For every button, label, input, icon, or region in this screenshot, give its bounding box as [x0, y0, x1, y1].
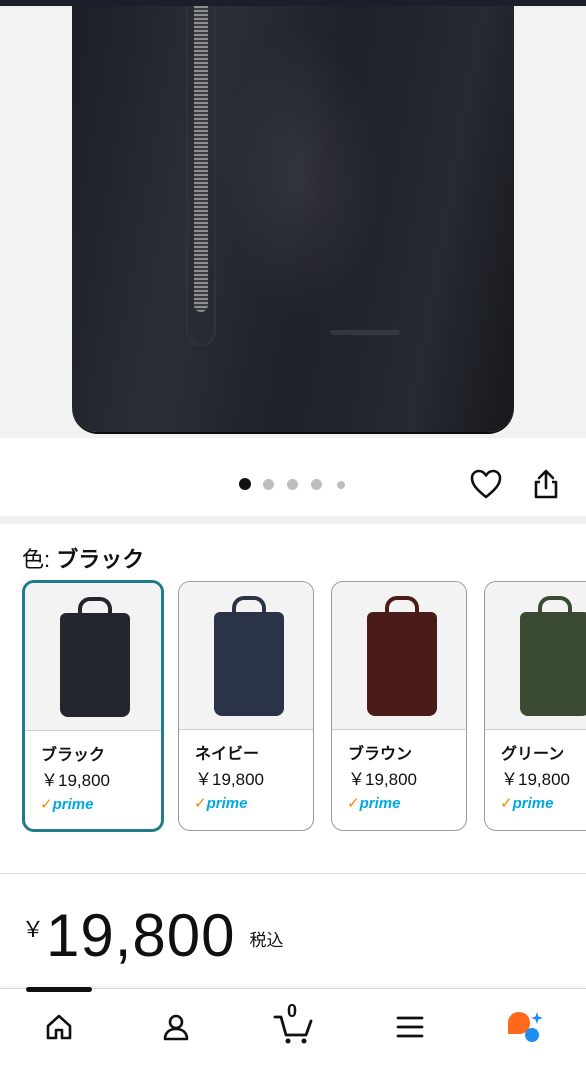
bag-photo [72, 6, 514, 432]
section-divider [0, 873, 586, 874]
variant-image [332, 582, 466, 730]
variant-image [485, 582, 586, 730]
variant-name: ネイビー [195, 746, 260, 763]
gallery-dot[interactable] [263, 479, 274, 490]
tax-note: 税込 [249, 931, 284, 950]
bottom-nav: 0 [0, 987, 586, 1080]
menu-icon[interactable] [390, 1007, 430, 1047]
product-image[interactable] [0, 6, 586, 438]
variant-name: グリーン [501, 746, 565, 763]
variant-swatch-brown[interactable]: ブラウン ￥19,800 ✓ prime [331, 581, 467, 831]
wishlist-heart-icon[interactable] [466, 464, 506, 504]
zipper [194, 6, 208, 312]
variant-price: ￥19,800 [501, 770, 570, 789]
variant-swatch-green[interactable]: グリーン ￥19,800 ✓ prime [484, 581, 586, 831]
mini-bag-brown [367, 596, 437, 716]
active-tab-indicator [26, 987, 92, 992]
mini-bag-black [60, 597, 130, 717]
variant-image [25, 583, 161, 731]
section-divider [0, 516, 586, 524]
share-icon[interactable] [526, 464, 566, 504]
price-amount: 19,800 [46, 902, 236, 969]
price-display: ￥ 19,800 税込 [22, 900, 284, 972]
cart-count-badge: 0 [287, 1001, 298, 1021]
variant-swatch-navy[interactable]: ネイビー ￥19,800 ✓ prime [178, 581, 314, 831]
prime-badge: ✓ prime [194, 794, 248, 813]
variant-swatch-black[interactable]: ブラック ￥19,800 ✓ prime [22, 580, 164, 832]
account-icon[interactable] [156, 1007, 196, 1047]
prime-badge: ✓ prime [347, 794, 401, 813]
gallery-dot[interactable] [239, 478, 251, 490]
variant-price: ￥19,800 [195, 770, 264, 789]
prime-badge: ✓ prime [40, 795, 94, 814]
gallery-controls [0, 438, 586, 518]
cart-icon[interactable]: 0 [272, 1001, 316, 1047]
gallery-dot[interactable] [311, 479, 322, 490]
home-icon[interactable] [39, 1007, 79, 1047]
variant-name: ブラウン [348, 746, 413, 763]
color-label-prefix: 色: [22, 547, 57, 572]
variant-price: ￥19,800 [348, 770, 417, 789]
variant-price: ￥19,800 [41, 771, 110, 790]
variant-image [179, 582, 313, 730]
gallery-dot[interactable] [287, 479, 298, 490]
currency-symbol: ￥ [22, 917, 45, 942]
color-label: 色: ブラック [22, 542, 144, 574]
mini-bag-green [520, 596, 586, 716]
mini-bag-navy [214, 596, 284, 716]
assistant-icon[interactable] [504, 1007, 544, 1047]
prime-badge: ✓ prime [500, 794, 554, 813]
gallery-dot[interactable] [337, 481, 345, 489]
variant-name: ブラック [41, 747, 106, 764]
selected-color-name: ブラック [56, 547, 145, 572]
